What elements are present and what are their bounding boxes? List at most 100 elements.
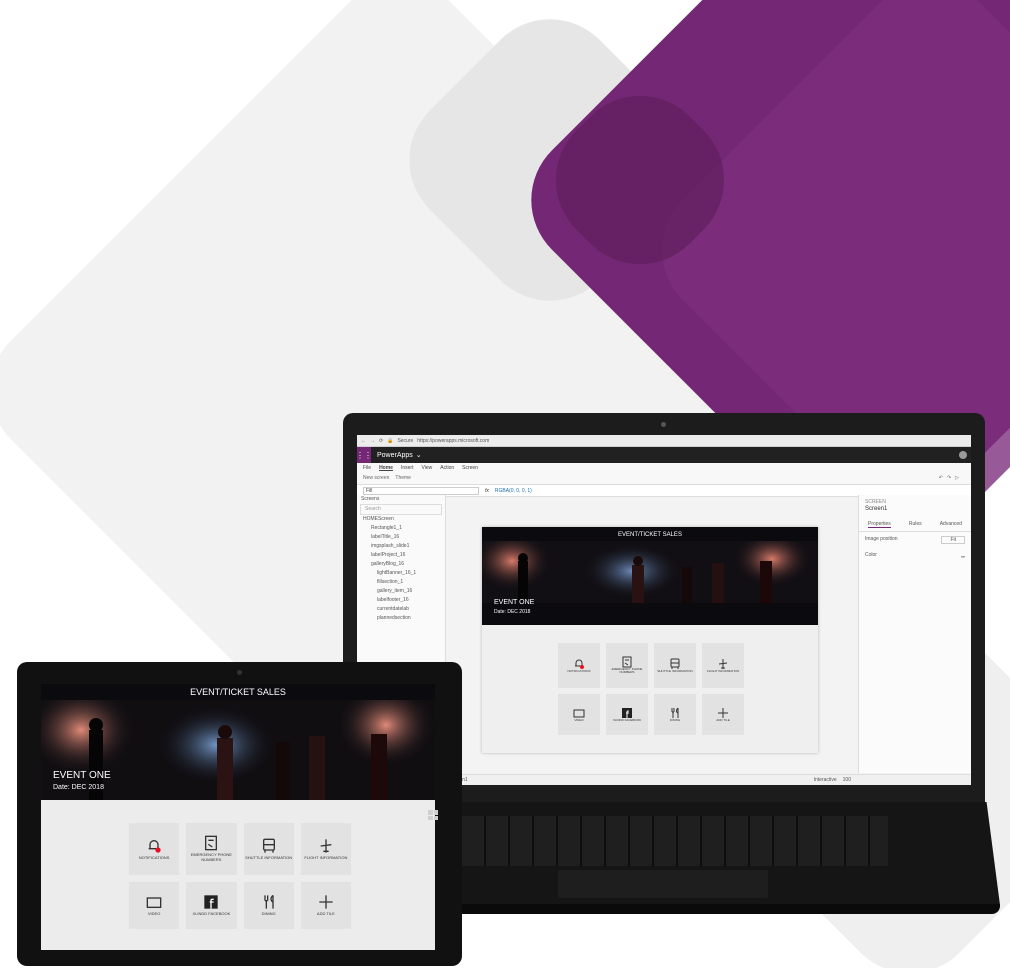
tile-label: NOTIFICATIONS: [567, 668, 591, 673]
tablet-camera: [237, 670, 242, 675]
tile-label: SHUTTLE INFORMATION: [245, 854, 293, 860]
tile-label: XLINDD FACEBOOK: [192, 911, 231, 917]
tile-facebook[interactable]: XLINDD FACEBOOK: [186, 881, 237, 929]
tree-search-input[interactable]: Search: [360, 504, 442, 515]
tile-grid: NOTIFICATIONS EMERGENCY PHONE NUMBERS SH…: [558, 643, 744, 735]
airplane-icon: [320, 838, 332, 853]
tree-item[interactable]: gallery_item_16: [357, 587, 445, 596]
tile-add[interactable]: ADD TILE: [300, 881, 351, 929]
refresh-icon[interactable]: ⟳: [379, 438, 383, 444]
facebook-icon: [622, 707, 632, 718]
keyboard-keys: [438, 816, 888, 866]
tree-item[interactable]: labelProject_16: [357, 551, 445, 560]
tile-notifications[interactable]: NOTIFICATIONS: [558, 643, 600, 688]
video-icon: [573, 709, 585, 718]
event-date: Date: DEC 2018: [53, 784, 104, 791]
menu-file[interactable]: File: [363, 465, 371, 471]
tile-label: SHUTTLE INFORMATION: [657, 668, 693, 673]
menu-view[interactable]: View: [421, 465, 432, 471]
tree-item[interactable]: lightBanner_16_1: [357, 569, 445, 578]
tile-grid: NOTIFICATIONS EMERGENCY PHONE NUMBERS SH…: [129, 823, 351, 929]
menu-screen[interactable]: Screen: [462, 465, 478, 471]
property-select[interactable]: Fill: [363, 486, 479, 495]
plus-icon: [319, 895, 333, 909]
app-launcher-icon[interactable]: ⋮⋮: [357, 447, 372, 463]
image-position-select[interactable]: Fit: [941, 536, 965, 544]
new-screen-button[interactable]: New screen: [363, 475, 389, 481]
tile-shuttle[interactable]: SHUTTLE INFORMATION: [654, 643, 696, 688]
tree-item[interactable]: currentdatelab: [357, 605, 445, 614]
app-name: PowerApps: [377, 451, 413, 459]
tree-item[interactable]: plannedsection: [357, 614, 445, 623]
tile-dining[interactable]: DINING: [654, 693, 696, 735]
tile-video[interactable]: VIDEO: [558, 693, 600, 735]
menu-insert[interactable]: Insert: [401, 465, 414, 471]
airplane-icon: [718, 658, 728, 669]
secure-label: Secure: [397, 437, 414, 444]
tile-notifications[interactable]: NOTIFICATIONS: [129, 823, 180, 875]
tree-header: Screens: [361, 496, 380, 502]
menu-action[interactable]: Action: [440, 465, 454, 471]
tile-label: XLINDD FACEBOOK: [612, 717, 642, 722]
tree-item[interactable]: Rectangle1_1: [357, 524, 445, 533]
bus-icon: [262, 838, 275, 853]
tab-rules[interactable]: Rules: [909, 521, 922, 528]
event-banner: EVENT/TICKET SALES EVENT ONE Date: DEC 2…: [482, 527, 818, 625]
tile-add[interactable]: ADD TILE: [702, 693, 744, 735]
props-row-label: Image position: [865, 536, 898, 542]
color-picker-icon[interactable]: ▁: [961, 552, 965, 558]
bell-icon: [148, 839, 161, 853]
tab-properties[interactable]: Properties: [868, 521, 891, 528]
theme-button[interactable]: Theme: [395, 475, 411, 481]
menu-bar: File Home Insert View Action Screen: [357, 463, 971, 472]
event-app-title: EVENT/TICKET SALES: [618, 532, 682, 538]
zoom-level[interactable]: 100: [843, 777, 851, 783]
props-row-label: Color: [865, 552, 877, 558]
facebook-icon: [204, 895, 219, 909]
menu-home[interactable]: Home: [379, 465, 393, 471]
tile-flight[interactable]: FLIGHT INFORMATION: [702, 643, 744, 688]
trackpad: [558, 870, 768, 898]
tile-label: FLIGHT INFORMATION: [304, 854, 348, 860]
browser-address-bar[interactable]: ← → ⟳ 🔒 Secure https://powerapps.microso…: [357, 435, 971, 447]
tile-label: EMERGENCY PHONE NUMBERS: [190, 852, 232, 862]
tile-emergency-phone[interactable]: EMERGENCY PHONE NUMBERS: [606, 643, 648, 688]
properties-panel: SCREEN Screen1 Properties Rules Advanced…: [858, 495, 971, 773]
windows-logo-icon[interactable]: [428, 810, 438, 820]
app-header: ⋮⋮ PowerApps ⌄: [357, 447, 971, 463]
tile-label: VIDEO: [147, 911, 161, 917]
tree-item[interactable]: HOMEScreen: [357, 515, 445, 524]
tree-item[interactable]: fillsection_1: [357, 578, 445, 587]
laptop-camera: [661, 422, 666, 427]
tile-label: FLIGHT INFORMATION: [706, 668, 740, 673]
tile-video[interactable]: VIDEO: [129, 881, 180, 929]
tab-advanced[interactable]: Advanced: [940, 521, 962, 528]
tree-item[interactable]: labelTitle_16: [357, 533, 445, 542]
tree-item[interactable]: labelfooter_16: [357, 596, 445, 605]
tile-dining[interactable]: DINING: [243, 881, 294, 929]
formula-input[interactable]: RGBA(0, 0, 0, 1): [495, 488, 532, 494]
tile-label: VIDEO: [574, 717, 584, 722]
back-icon[interactable]: ←: [361, 438, 366, 444]
tree-item[interactable]: galleryBlog_16: [357, 560, 445, 569]
tile-emergency-phone[interactable]: EMERGENCY PHONE NUMBERS: [186, 823, 237, 875]
tile-label: DINING: [261, 911, 276, 917]
tablet-device: EVENT/TICKET SALES EVENT ONE Date: DEC 2…: [17, 662, 462, 966]
url-text[interactable]: https://powerapps.microsoft.com: [417, 438, 489, 444]
dining-icon: [263, 894, 274, 909]
tile-flight[interactable]: FLIGHT INFORMATION: [300, 823, 351, 875]
chevron-down-icon[interactable]: ⌄: [416, 451, 422, 459]
tile-facebook[interactable]: XLINDD FACEBOOK: [606, 693, 648, 735]
tile-shuttle[interactable]: SHUTTLE INFORMATION: [243, 823, 294, 875]
tile-label: NOTIFICATIONS: [138, 854, 170, 860]
bus-icon: [670, 658, 680, 669]
plus-icon: [718, 707, 728, 718]
forward-icon[interactable]: →: [370, 438, 375, 444]
tile-label: DINING: [669, 717, 681, 722]
undo-redo-run-icons[interactable]: ↶↷▷: [939, 475, 963, 481]
phone-book-icon: [205, 835, 218, 851]
status-interactive[interactable]: Interactive: [814, 777, 837, 783]
tile-label: EMERGENCY PHONE NUMBERS: [611, 666, 643, 675]
tree-item[interactable]: imgsplash_slide1: [357, 542, 445, 551]
avatar[interactable]: [959, 451, 967, 459]
